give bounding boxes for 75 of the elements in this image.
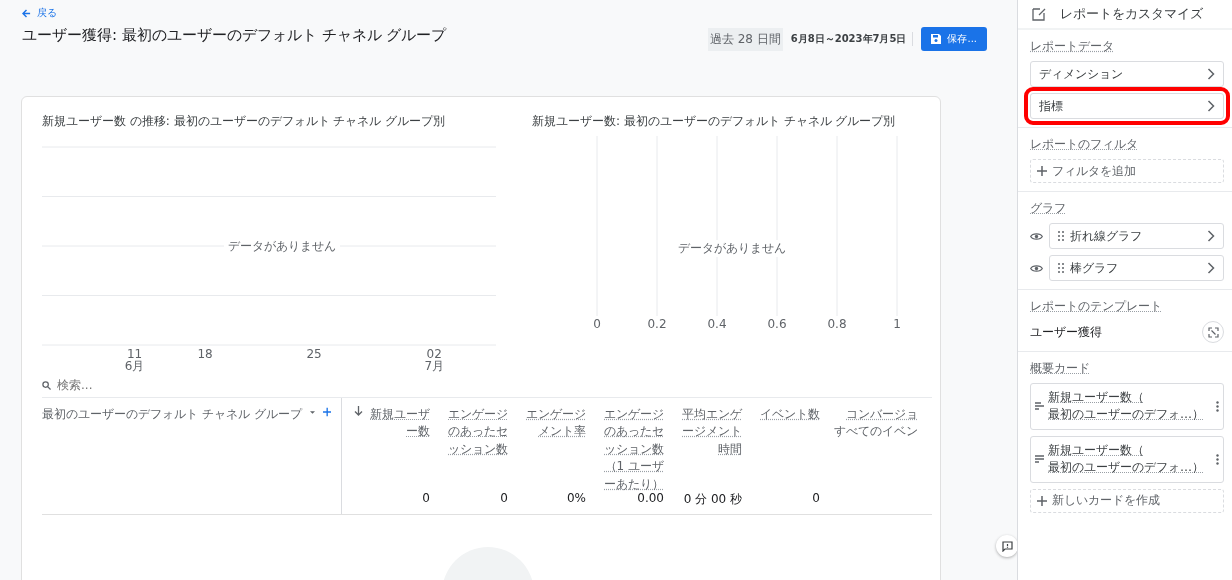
chevron-right-icon xyxy=(1207,262,1215,274)
column-header[interactable]: エンゲージのあったセッション数 xyxy=(447,406,508,459)
eye-icon[interactable] xyxy=(1030,263,1043,273)
graph-item[interactable]: 折れ線グラフ xyxy=(1049,223,1224,249)
table-icon xyxy=(1035,454,1044,464)
axis-label: 18 xyxy=(197,348,213,360)
report-data-item[interactable]: ディメンション xyxy=(1030,61,1224,87)
back-arrow-icon xyxy=(22,8,31,18)
summary-card[interactable]: 新規ユーザー数（ 最初のユーザーのデフォ…） xyxy=(1030,383,1224,430)
axis-label: 0 xyxy=(593,318,601,330)
template-name: ユーザー獲得 xyxy=(1030,323,1102,341)
feedback-icon xyxy=(1001,540,1013,552)
drag-handle-icon xyxy=(1058,263,1064,273)
unlink-template-button[interactable] xyxy=(1202,321,1224,343)
total-cell: 0% xyxy=(566,491,586,505)
chevron-right-icon xyxy=(1207,230,1215,242)
column-header[interactable]: コンバージョ xyxy=(846,406,918,424)
card-title: 最初のユーザーのデフォ…） xyxy=(1048,406,1205,424)
card-title: 最初のユーザーのデフォ…） xyxy=(1048,459,1205,477)
panel-title: レポートをカスタマイズ xyxy=(1060,5,1203,23)
page-title: ユーザー獲得: 最初のユーザーのデフォルト チャネル グループ xyxy=(22,26,447,45)
add-filter-button[interactable]: フィルタを追加 xyxy=(1030,159,1224,183)
date-period-label: 過去 28 日間 xyxy=(707,27,783,51)
axis-label: 1 xyxy=(893,318,901,330)
column-header[interactable]: エンゲージのあったセッション数（1 ユーザーあたり） xyxy=(603,406,664,493)
summary-card[interactable]: 新規ユーザー数（ 最初のユーザーのデフォ…） xyxy=(1030,435,1224,483)
search-icon xyxy=(42,380,51,390)
axis-label: 25 xyxy=(306,348,322,360)
chart-title: 新規ユーザー数: 最初のユーザーのデフォルト チャネル グループ別 xyxy=(532,113,897,130)
total-cell: 0.00 xyxy=(637,491,664,505)
no-data-message: データがありません xyxy=(224,238,340,255)
card-title: 新規ユーザー数（ xyxy=(1048,389,1145,406)
card-title: 新規ユーザー数（ xyxy=(1048,441,1145,459)
section-heading: グラフ xyxy=(1030,200,1066,217)
dimension-header[interactable]: 最初のユーザーのデフォルト チャネル グループ xyxy=(42,406,302,514)
column-header[interactable]: 新規ユーザー数 xyxy=(369,406,430,441)
more-options-icon[interactable] xyxy=(1216,453,1219,465)
section-heading: レポートデータ xyxy=(1030,38,1114,55)
axis-label: 0.4 xyxy=(707,318,727,330)
section-heading: レポートのフィルタ xyxy=(1030,136,1138,153)
column-header[interactable]: イベント数 xyxy=(759,406,820,424)
create-card-button[interactable]: 新しいカードを作成 xyxy=(1030,488,1224,513)
section-heading: レポートのテンプレート xyxy=(1030,298,1162,315)
total-cell: 0 分 00 秒 xyxy=(683,491,742,508)
chart-title: 新規ユーザー数 の推移: 最初のユーザーのデフォルト チャネル グループ別 xyxy=(42,113,447,130)
column-header[interactable]: エンゲージメント率 xyxy=(525,406,586,441)
chevron-right-icon xyxy=(1207,68,1215,80)
axis-label: 02 7月 xyxy=(424,348,445,372)
more-options-icon[interactable] xyxy=(1216,400,1219,412)
column-header[interactable]: 平均エンゲージメント時間 xyxy=(681,406,742,459)
eye-icon[interactable] xyxy=(1030,231,1043,241)
axis-label: 11 6月 xyxy=(124,348,145,372)
back-link[interactable]: 戻る xyxy=(22,6,447,20)
axis-label: 0.8 xyxy=(827,318,847,330)
plus-icon xyxy=(1037,166,1047,176)
chevron-right-icon xyxy=(1207,100,1215,112)
plus-icon xyxy=(1037,495,1047,506)
total-cell: 0 xyxy=(422,491,430,505)
feedback-button[interactable] xyxy=(996,535,1017,557)
date-range[interactable]: 6月8日～2023年7月5日 xyxy=(790,32,914,46)
axis-label: 0.6 xyxy=(767,318,787,330)
total-cell: 0 xyxy=(500,491,508,505)
unlink-icon xyxy=(1207,326,1219,338)
save-button[interactable]: 保存... xyxy=(921,27,987,51)
graph-item[interactable]: 棒グラフ xyxy=(1049,255,1224,281)
sort-arrow-icon[interactable] xyxy=(354,406,363,416)
total-cell: 0 xyxy=(812,491,820,505)
bar-list-icon xyxy=(1035,401,1044,411)
axis-label: 0.2 xyxy=(647,318,667,330)
drag-handle-icon xyxy=(1058,231,1064,241)
section-heading: 概要カード xyxy=(1030,360,1090,377)
column-subheader: すべてのイベン xyxy=(834,423,918,441)
edit-report-icon xyxy=(1032,7,1046,21)
add-dimension-icon[interactable] xyxy=(322,406,331,418)
save-icon xyxy=(931,34,942,44)
